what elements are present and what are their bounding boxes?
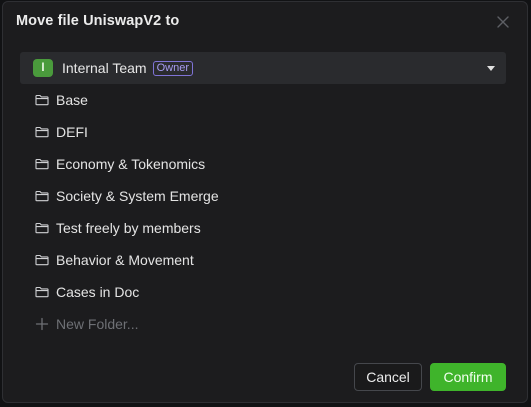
folder-label: Economy & Tokenomics — [56, 156, 206, 172]
close-icon[interactable] — [495, 14, 511, 30]
caret-down-icon[interactable] — [484, 61, 498, 75]
folder-icon — [35, 94, 49, 106]
move-file-dialog: Move file UniswapV2 to I Internal Team O… — [2, 1, 528, 403]
folder-item[interactable]: Society & System Emerge — [20, 180, 506, 212]
folder-item[interactable]: Economy & Tokenomics — [20, 148, 506, 180]
folder-icon — [35, 126, 49, 138]
folder-item[interactable]: Test freely by members — [20, 212, 506, 244]
plus-icon — [35, 317, 49, 331]
destination-list: I Internal Team Owner Base DEFI Economy & … — [20, 52, 506, 340]
folder-label: Behavior & Movement — [56, 252, 194, 268]
folder-label: Society & System Emerge — [56, 188, 219, 204]
folder-list: Base DEFI Economy & Tokenomics Society & Sy… — [20, 84, 506, 308]
team-avatar: I — [33, 59, 53, 77]
folder-item[interactable]: DEFI — [20, 116, 506, 148]
owner-badge: Owner — [152, 60, 193, 76]
folder-item[interactable]: Behavior & Movement — [20, 244, 506, 276]
folder-label: Test freely by members — [56, 220, 201, 236]
folder-label: Base — [56, 92, 88, 108]
folder-icon — [35, 222, 49, 234]
folder-icon — [35, 254, 49, 266]
folder-label: Cases in Doc — [56, 284, 140, 300]
folder-icon — [35, 158, 49, 170]
folder-label: DEFI — [56, 124, 88, 140]
team-selector[interactable]: I Internal Team Owner — [20, 52, 506, 84]
folder-item[interactable]: Cases in Doc — [20, 276, 506, 308]
folder-item[interactable]: Base — [20, 84, 506, 116]
new-folder-label: New Folder... — [56, 316, 139, 332]
new-folder-button[interactable]: New Folder... — [20, 308, 506, 340]
dialog-title: Move file UniswapV2 to — [16, 13, 180, 29]
folder-icon — [35, 286, 49, 298]
team-name: Internal Team — [62, 60, 147, 76]
folder-icon — [35, 190, 49, 202]
cancel-button[interactable]: Cancel — [354, 363, 422, 391]
confirm-button[interactable]: Confirm — [430, 363, 506, 391]
